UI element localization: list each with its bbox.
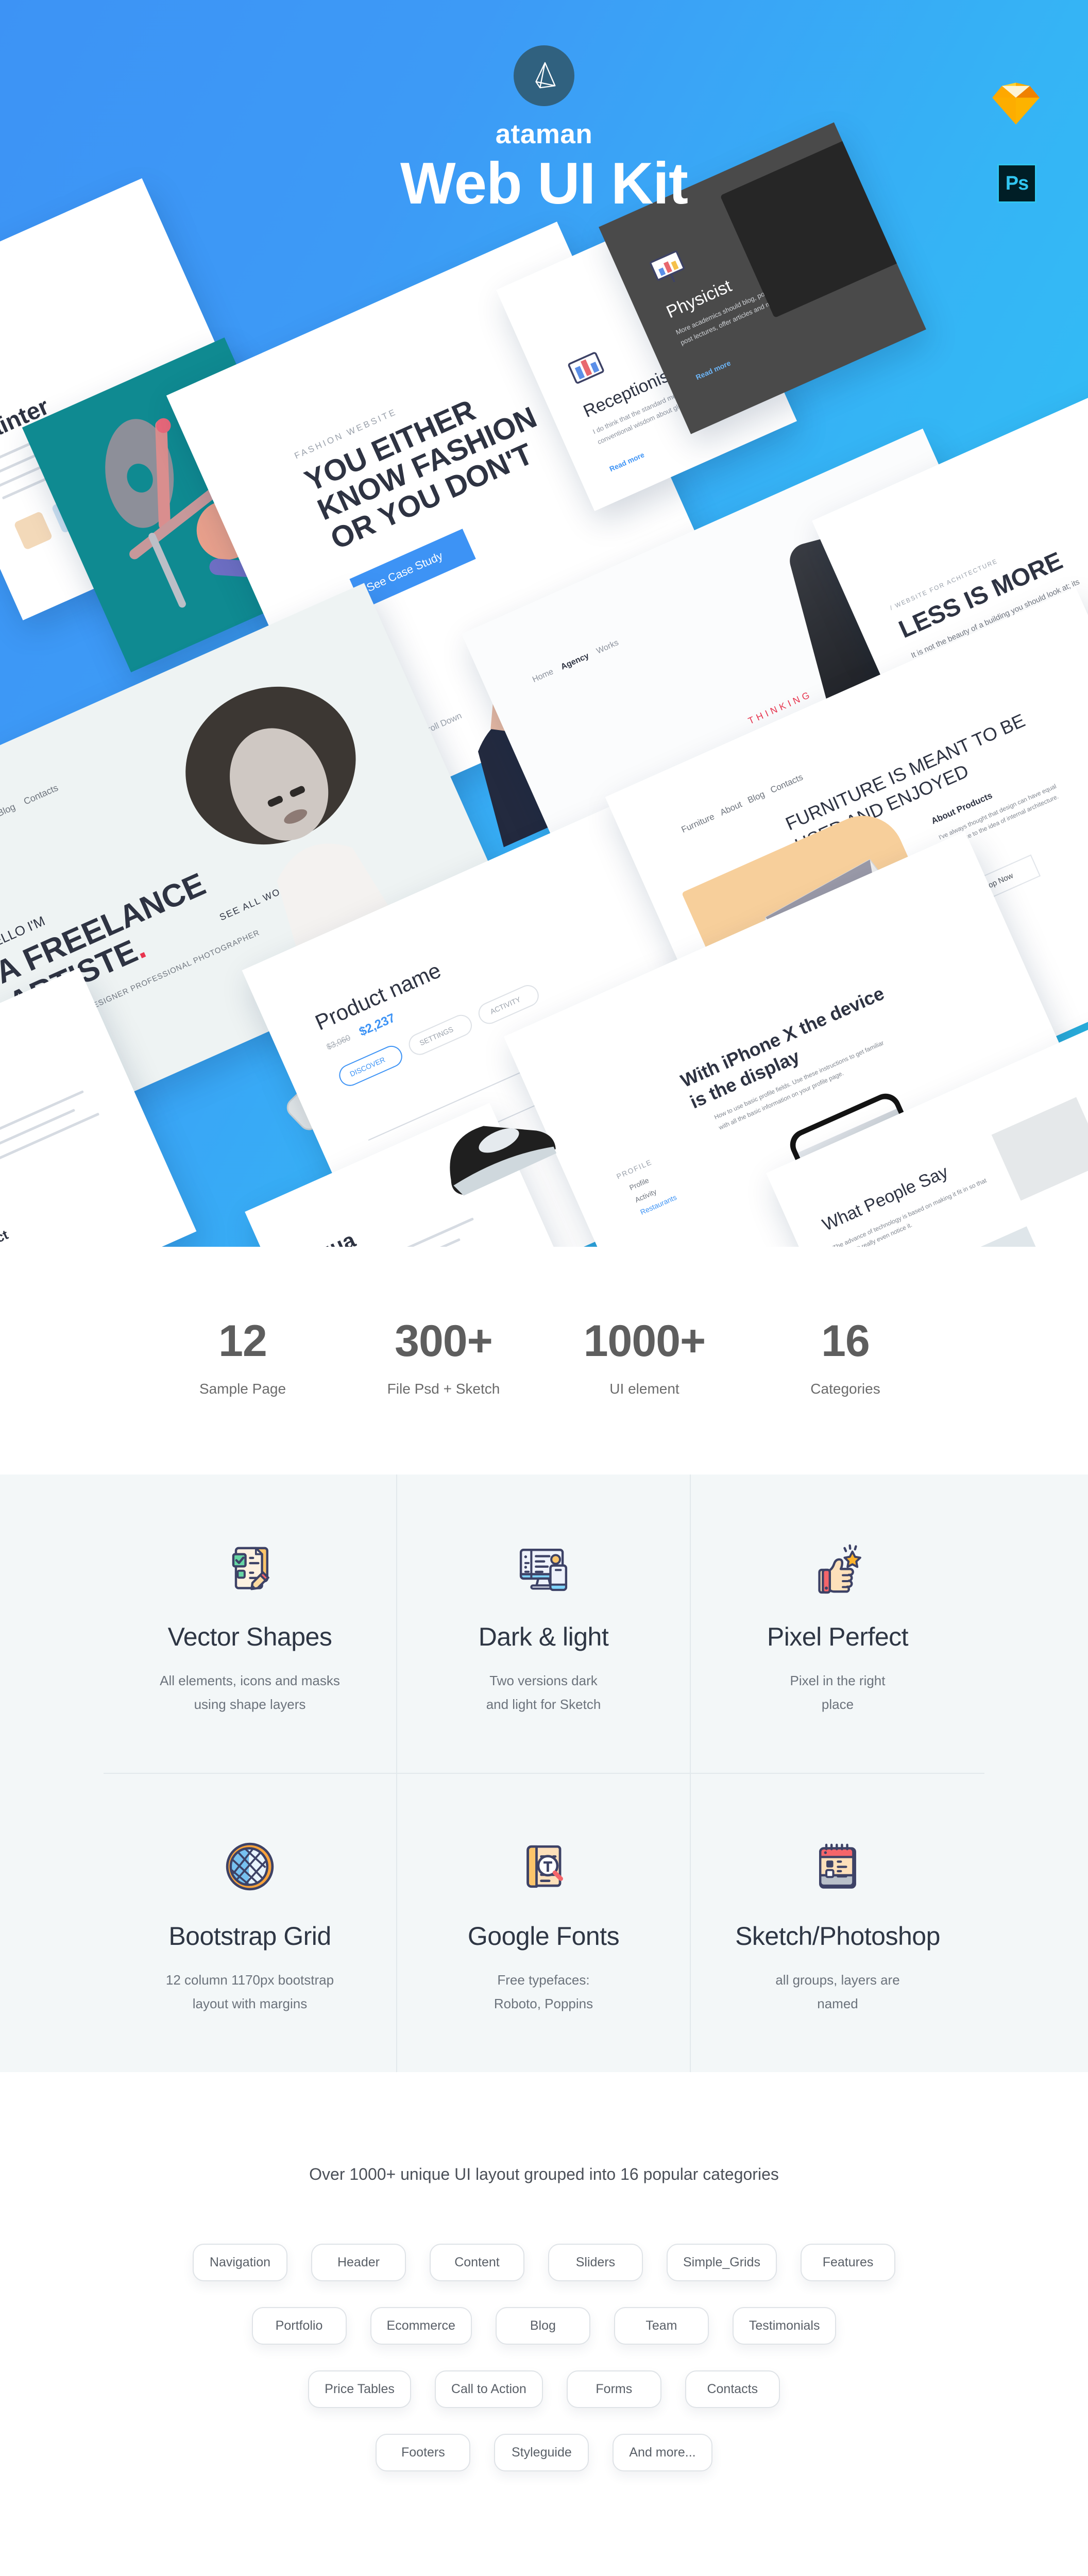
sketch-badge bbox=[989, 75, 1043, 129]
mockup-architect-title: Architect bbox=[0, 1227, 11, 1247]
feature-desc: Two versions dark and light for Sketch bbox=[486, 1673, 601, 1712]
feature-title: Dark & light bbox=[478, 1622, 609, 1651]
brand-name: ataman bbox=[495, 119, 593, 149]
photoshop-badge: Ps bbox=[997, 164, 1036, 203]
categories-row: Footers Styleguide And more... bbox=[106, 2434, 982, 2471]
category-tag[interactable]: Features bbox=[801, 2244, 896, 2281]
stat-item: 16 Categories bbox=[745, 1319, 946, 1397]
feature-card-sketch-photoshop: Sketch/Photoshop all groups, layers are … bbox=[691, 1774, 984, 2072]
stat-label: File Psd + Sketch bbox=[387, 1381, 500, 1397]
category-tag[interactable]: Footers bbox=[376, 2434, 471, 2471]
mockup-product-price-old: $3,060 bbox=[325, 1033, 352, 1052]
hero-brand-block: ataman Web UI Kit bbox=[0, 45, 1088, 215]
brand-logo bbox=[514, 45, 574, 106]
category-tag[interactable]: Portfolio bbox=[251, 2307, 347, 2345]
feature-card-dark-light: Dark & light Two versions dark and light… bbox=[397, 1475, 691, 1774]
feature-card-google-fonts: Google Fonts Free typefaces: Roboto, Pop… bbox=[397, 1774, 691, 2072]
feature-card-pixel-perfect: Pixel Perfect Pixel in the right place bbox=[691, 1475, 984, 1774]
category-tag[interactable]: Styleguide bbox=[494, 2434, 589, 2471]
mockup-iphone-sidebar-1: Profile bbox=[628, 1176, 651, 1192]
stat-value: 16 bbox=[821, 1316, 870, 1366]
feature-title: Pixel Perfect bbox=[767, 1622, 909, 1651]
mockup-furniture-nav: Furniture About Blog Contacts bbox=[679, 772, 805, 835]
categories-row: Navigation Header Content Sliders Simple… bbox=[106, 2244, 982, 2281]
category-tag[interactable]: Content bbox=[429, 2244, 524, 2281]
stat-value: 1000+ bbox=[583, 1316, 706, 1366]
feature-desc: 12 column 1170px bootstrap layout with m… bbox=[165, 1972, 334, 2011]
stats-grid: 12 Sample Page 300+ File Psd + Sketch 10… bbox=[142, 1319, 946, 1397]
stat-label: UI element bbox=[609, 1381, 679, 1397]
notepad-layers-icon bbox=[711, 1835, 964, 1899]
mockup-physicist-link: Read more bbox=[694, 359, 732, 382]
feature-desc: Pixel in the right place bbox=[790, 1673, 886, 1712]
categories-row: Price Tables Call to Action Forms Contac… bbox=[106, 2370, 982, 2408]
features-section: Vector Shapes All elements, icons and ma… bbox=[0, 1475, 1088, 2072]
stat-label: Categories bbox=[810, 1381, 880, 1397]
category-tag[interactable]: Contacts bbox=[685, 2370, 780, 2408]
category-tag[interactable]: Ecommerce bbox=[370, 2307, 472, 2345]
category-tag[interactable]: Blog bbox=[495, 2307, 590, 2345]
category-tag[interactable]: Testimonials bbox=[732, 2307, 837, 2345]
feature-desc: Free typefaces: Roboto, Poppins bbox=[494, 1972, 593, 2011]
globe-grid-icon bbox=[124, 1835, 376, 1899]
feature-title: Sketch/Photoshop bbox=[735, 1922, 940, 1951]
thumbs-up-star-icon bbox=[711, 1535, 964, 1599]
categories-heading: Over 1000+ unique UI layout grouped into… bbox=[309, 2165, 779, 2183]
stat-value: 12 bbox=[218, 1316, 267, 1366]
feature-title: Vector Shapes bbox=[167, 1622, 332, 1651]
mockup-receptionist-icon bbox=[560, 342, 611, 393]
category-tag[interactable]: Price Tables bbox=[308, 2370, 411, 2408]
stat-item: 1000+ UI element bbox=[544, 1319, 745, 1397]
category-tag[interactable]: Call to Action bbox=[434, 2370, 543, 2408]
feature-title: Bootstrap Grid bbox=[168, 1922, 331, 1951]
category-tag[interactable]: Header bbox=[311, 2244, 406, 2281]
category-tag[interactable]: Navigation bbox=[192, 2244, 287, 2281]
hero-collage: painter FASHION WEBSITE YOU EITHER KNOW … bbox=[0, 0, 1088, 1247]
feature-title: Google Fonts bbox=[467, 1922, 620, 1951]
categories-tag-cloud: Navigation Header Content Sliders Simple… bbox=[106, 2244, 982, 2471]
feature-desc: All elements, icons and masks using shap… bbox=[160, 1673, 340, 1712]
mockup-physicist-icon bbox=[643, 243, 693, 293]
checklist-clipboard-pencil-icon bbox=[124, 1535, 376, 1599]
stats-section: 12 Sample Page 300+ File Psd + Sketch 10… bbox=[0, 1247, 1088, 1475]
stat-item: 12 Sample Page bbox=[142, 1319, 343, 1397]
monitor-phone-devices-icon bbox=[418, 1535, 669, 1599]
feature-card-vector-shapes: Vector Shapes All elements, icons and ma… bbox=[104, 1475, 397, 1774]
category-tag[interactable]: And more... bbox=[613, 2434, 712, 2471]
photoshop-badge-label: Ps bbox=[1005, 172, 1029, 194]
categories-row: Portfolio Ecommerce Blog Team Testimonia… bbox=[106, 2307, 982, 2345]
category-tag[interactable]: Team bbox=[614, 2307, 709, 2345]
category-tag[interactable]: Forms bbox=[566, 2370, 661, 2408]
sketch-diamond-icon bbox=[992, 82, 1040, 125]
triangle-origami-logo-icon bbox=[535, 62, 556, 89]
features-grid: Vector Shapes All elements, icons and ma… bbox=[104, 1475, 984, 2072]
page-title: Web UI Kit bbox=[400, 151, 688, 216]
categories-section: Over 1000+ unique UI layout grouped into… bbox=[0, 2072, 1088, 2576]
category-tag[interactable]: Simple_Grids bbox=[666, 2244, 777, 2281]
mockup-squad-title: Squa bbox=[301, 1227, 359, 1247]
category-tag[interactable]: Sliders bbox=[548, 2244, 643, 2281]
stat-value: 300+ bbox=[395, 1316, 493, 1366]
feature-card-bootstrap-grid: Bootstrap Grid 12 column 1170px bootstra… bbox=[104, 1774, 397, 2072]
hero-section: painter FASHION WEBSITE YOU EITHER KNOW … bbox=[0, 0, 1088, 1247]
mockup-agency-nav: Home Agency Works bbox=[531, 638, 620, 685]
stat-label: Sample Page bbox=[199, 1381, 286, 1397]
mockup-freelance-nav: Products About Blog Contacts bbox=[0, 782, 60, 852]
typography-magnifier-icon bbox=[418, 1835, 669, 1899]
mockup-receptionist-link: Read more bbox=[608, 450, 646, 473]
stat-item: 300+ File Psd + Sketch bbox=[343, 1319, 544, 1397]
feature-desc: all groups, layers are named bbox=[775, 1972, 900, 2011]
